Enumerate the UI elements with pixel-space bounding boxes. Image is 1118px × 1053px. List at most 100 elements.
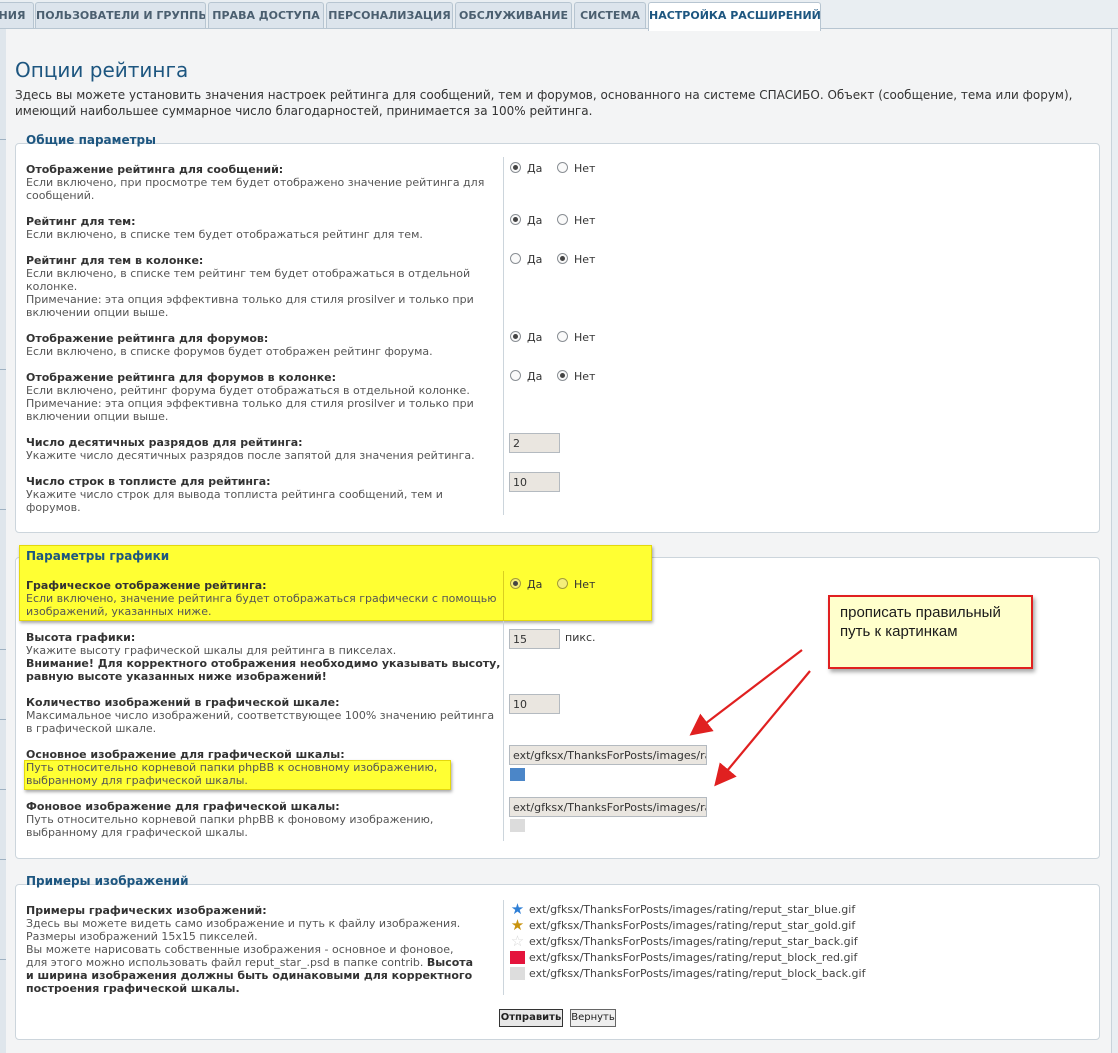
forums-column-yes-radio[interactable]: Да [510,370,542,383]
top-navigation: НИЯ ПОЛЬЗОВАТЕЛИ И ГРУППЫ ПРАВА ДОСТУПА … [0,0,1118,31]
setting-note: Примечание: эта опция эффективна только … [26,397,474,423]
radio-label: Да [527,214,543,227]
radio-dot [557,370,568,381]
tab-underline [0,28,1118,29]
setting-desc: Если включено, значение рейтинга будет о… [26,592,497,618]
column-divider [503,571,504,621]
decimals-input[interactable]: 2 [509,433,560,453]
setting-desc: Если включено, в списке тем будет отобра… [26,228,423,241]
toplist-rows-input[interactable]: 10 [509,472,560,492]
setting-label: Число десятичных разрядов для рейтинга: [26,436,303,449]
radio-label: Нет [574,331,596,344]
radio-label: Да [527,331,543,344]
main-image-preview [510,768,525,781]
setting-label: Высота графики: [26,631,136,644]
setting-label: Рейтинг для тем: [26,215,136,228]
setting-desc: Если включено, при просмотре тем будет о… [26,176,485,202]
reset-button[interactable]: Вернуть [570,1009,616,1027]
forums-rating-no-radio[interactable]: Нет [557,331,595,344]
radio-label: Нет [574,578,596,591]
tab-customise[interactable]: ПЕРСОНАЛИЗАЦИЯ [326,2,453,29]
block-red-icon [510,951,525,964]
radio-dot [510,253,521,264]
setting-desc: Укажите число десятичных разрядов после … [26,449,475,462]
setting-label: Отображение рейтинга для форумов в колон… [26,371,337,384]
radio-label: Да [527,370,543,383]
setting-desc: Размеры изображений 15x15 пикселей. [26,930,258,943]
topics-column-yes-radio[interactable]: Да [510,253,542,266]
forums-rating-yes-radio[interactable]: Да [510,331,542,344]
setting-label: Рейтинг для тем в колонке: [26,254,204,267]
topics-rating-yes-radio[interactable]: Да [510,214,542,227]
radio-dot [510,214,521,225]
back-image-path-input[interactable]: ext/gfksx/ThanksForPosts/images/rating/r… [509,797,707,817]
examples-legend: Примеры изображений [26,874,189,888]
graphic-display-yes-radio[interactable]: Да [510,578,542,591]
radio-label: Нет [574,162,596,175]
sample-image-path: ext/gfksx/ThanksForPosts/images/rating/r… [529,967,866,980]
tab-general-partial[interactable]: НИЯ [0,2,34,29]
graphic-height-input[interactable]: 15 [509,629,560,649]
column-divider [503,900,504,995]
forums-column-no-radio[interactable]: Нет [557,370,595,383]
column-divider [503,621,504,841]
radio-label: Да [527,578,543,591]
topics-column-no-radio[interactable]: Нет [557,253,595,266]
radio-label: Нет [574,214,596,227]
sample-image-path: ext/gfksx/ThanksForPosts/images/rating/r… [529,903,856,916]
radio-label: Нет [574,253,596,266]
graphic-count-input[interactable]: 10 [509,694,560,714]
annotation-callout: прописать правильный путь к картинкам [828,595,1033,669]
tab-permissions[interactable]: ПРАВА ДОСТУПА [208,2,324,29]
radio-dot [557,162,568,173]
setting-label: Количество изображений в графической шка… [26,696,340,709]
setting-desc: Укажите высоту графической шкалы для рей… [26,644,397,657]
sample-image-path: ext/gfksx/ThanksForPosts/images/rating/r… [529,935,858,948]
star-blue-icon: ★ [510,900,525,918]
setting-desc: Здесь вы можете видеть само изображение … [26,917,461,930]
setting-desc: Укажите число строк для вывода топлиста … [26,488,443,514]
tab-users-groups[interactable]: ПОЛЬЗОВАТЕЛИ И ГРУППЫ [35,2,206,29]
height-unit: пикс. [565,631,596,644]
setting-warning: Внимание! Для корректного отображения не… [26,657,501,683]
radio-label: Да [527,253,543,266]
back-image-preview [510,819,525,832]
radio-dot [557,578,568,589]
general-settings-legend: Общие параметры [26,133,156,147]
tab-maintenance[interactable]: ОБСЛУЖИВАНИЕ [455,2,572,29]
radio-dot [510,331,521,342]
setting-desc: Путь относительно корневой папки phpBB к… [26,761,438,787]
setting-label: Фоновое изображение для графической шкал… [26,800,340,813]
setting-desc: Вы можете нарисовать собственные изображ… [26,943,474,995]
page-intro: Здесь вы можете установить значения наст… [15,88,1073,118]
star-gold-icon: ★ [510,916,525,934]
page-title: Опции рейтинга [15,58,189,82]
setting-note: Примечание: эта опция эффективна только … [26,293,474,319]
setting-desc: Если включено, в списке форумов будет от… [26,345,433,358]
sample-image-path: ext/gfksx/ThanksForPosts/images/rating/r… [529,951,858,964]
radio-dot [557,253,568,264]
radio-dot [510,370,521,381]
radio-label: Нет [574,370,596,383]
tab-extensions[interactable]: НАСТРОЙКА РАСШИРЕНИЙ [648,2,821,31]
setting-label: Основное изображение для графической шка… [26,748,345,761]
column-divider [503,157,504,515]
setting-label: Отображение рейтинга для сообщений: [26,163,284,176]
setting-desc: Путь относительно корневой папки phpBB к… [26,813,434,839]
graphic-display-no-radio[interactable]: Нет [557,578,595,591]
posts-rating-yes-radio[interactable]: Да [510,162,542,175]
setting-label: Число строк в топлисте для рейтинга: [26,475,271,488]
star-back-icon: ☆ [510,932,525,950]
topics-rating-no-radio[interactable]: Нет [557,214,595,227]
main-image-path-input[interactable]: ext/gfksx/ThanksForPosts/images/rating/r… [509,745,707,765]
posts-rating-no-radio[interactable]: Нет [557,162,595,175]
radio-dot [510,162,521,173]
setting-label: Графическое отображение рейтинга: [26,579,267,592]
radio-dot [510,578,521,589]
radio-dot [557,331,568,342]
tab-system[interactable]: СИСТЕМА [574,2,646,29]
submit-button[interactable]: Отправить [499,1009,563,1027]
radio-label: Да [527,162,543,175]
setting-label: Отображение рейтинга для форумов: [26,332,269,345]
sample-image-path: ext/gfksx/ThanksForPosts/images/rating/r… [529,919,856,932]
